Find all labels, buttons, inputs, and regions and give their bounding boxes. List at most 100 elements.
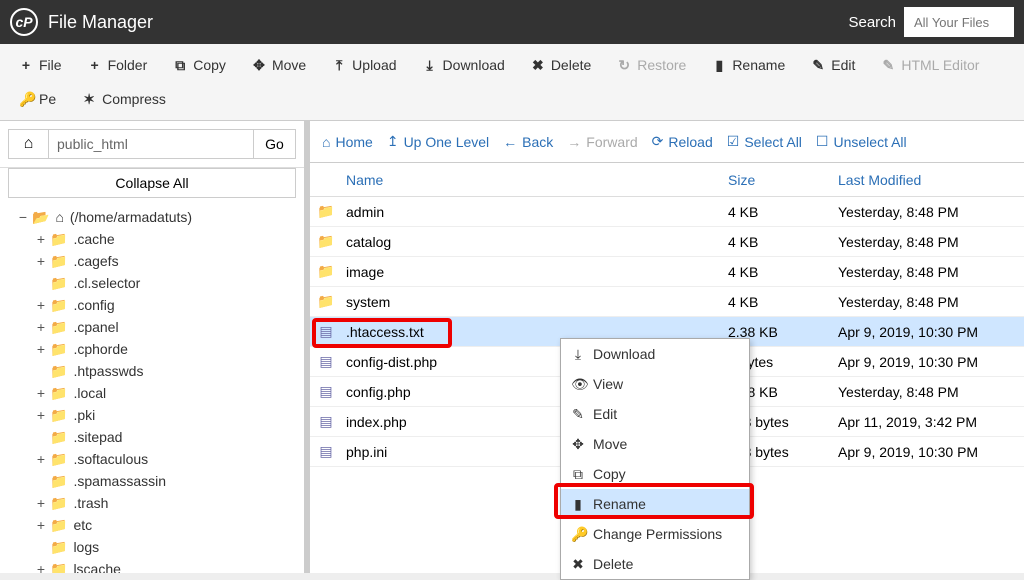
tree-item-label: .htpasswds — [73, 363, 143, 379]
square-icon: ☐ — [816, 133, 829, 150]
tree-toggle-icon[interactable]: + — [36, 231, 46, 247]
search-input[interactable] — [904, 7, 1014, 37]
collapse-all-button[interactable]: Collapse All — [8, 168, 296, 198]
home-button[interactable]: ⌂Home — [322, 134, 373, 150]
home-icon: ⌂ — [55, 209, 63, 225]
upload-button[interactable]: ⤒Upload — [321, 50, 407, 80]
permissions-button[interactable]: 🔑Pe — [8, 84, 67, 114]
tree-item[interactable]: 📁.spamassassin — [6, 470, 298, 492]
delete-button[interactable]: ✖Delete — [520, 50, 602, 80]
compress-button[interactable]: ✶Compress — [71, 84, 177, 114]
home-icon: ⌂ — [24, 135, 34, 153]
up-one-level-button[interactable]: ↥Up One Level — [387, 133, 489, 150]
action-bar: ⌂Home ↥Up One Level ←Back →Forward ⟳Relo… — [310, 121, 1024, 163]
ctx-edit[interactable]: ✎Edit — [561, 399, 749, 429]
tree-item[interactable]: +📁.cpanel — [6, 316, 298, 338]
folder-button[interactable]: +Folder — [77, 50, 159, 80]
folder-icon: 📁 — [50, 363, 67, 380]
tree-toggle-icon[interactable]: + — [36, 407, 46, 423]
tree-item-label: .sitepad — [73, 429, 122, 445]
file-modified: Yesterday, 8:48 PM — [838, 204, 1018, 220]
tree-item[interactable]: +📁 .cache — [6, 228, 298, 250]
tree-item-label: .cache — [73, 231, 114, 247]
folder-icon: 📁 — [50, 253, 67, 270]
tree-item-label: logs — [73, 539, 99, 555]
tree-item[interactable]: +📁.trash — [6, 492, 298, 514]
tree-item[interactable]: +📁.cagefs — [6, 250, 298, 272]
tree-item[interactable]: +📁.cphorde — [6, 338, 298, 360]
reload-button[interactable]: ⟳Reload — [652, 133, 713, 150]
tree-item-label: .config — [73, 297, 114, 313]
tree-item[interactable]: 📁.sitepad — [6, 426, 298, 448]
tree-toggle-icon[interactable]: + — [36, 385, 46, 401]
forward-button[interactable]: →Forward — [567, 134, 637, 150]
tree-toggle-icon[interactable]: + — [36, 517, 46, 533]
restore-button[interactable]: ↻Restore — [606, 50, 697, 80]
col-size[interactable]: Size — [728, 172, 838, 188]
file-name: config-dist.php — [346, 354, 437, 370]
html-editor-button[interactable]: ✎HTML Editor — [870, 50, 990, 80]
table-row[interactable]: 📁catalog4 KBYesterday, 8:48 PM — [310, 227, 1024, 257]
select-all-button[interactable]: ☑Select All — [727, 133, 802, 150]
tree-item[interactable]: 📁.cl.selector — [6, 272, 298, 294]
unselect-all-button[interactable]: ☐Unselect All — [816, 133, 907, 150]
path-bar: ⌂ Go — [0, 121, 304, 168]
folder-tree[interactable]: −📂⌂(/home/armadatuts)+📁.cache+📁.cagefs📁.… — [0, 206, 304, 573]
pencil-icon: ✎ — [811, 57, 825, 74]
path-home-button[interactable]: ⌂ — [8, 129, 48, 159]
move-button[interactable]: ✥Move — [241, 50, 317, 80]
download-button[interactable]: ⤓Download — [412, 50, 516, 80]
col-modified[interactable]: Last Modified — [838, 172, 1018, 188]
back-button[interactable]: ←Back — [503, 134, 553, 150]
tree-toggle-icon[interactable]: + — [36, 561, 46, 573]
tree-toggle-icon[interactable]: − — [18, 209, 28, 225]
tree-item[interactable]: −📂⌂(/home/armadatuts) — [6, 206, 298, 228]
file-modified: Apr 9, 2019, 10:30 PM — [838, 324, 1018, 340]
table-row[interactable]: 📁image4 KBYesterday, 8:48 PM — [310, 257, 1024, 287]
left-panel: ⌂ Go Collapse All −📂⌂(/home/armadatuts)+… — [0, 121, 310, 573]
tree-item[interactable]: 📁 .htpasswds — [6, 360, 298, 382]
ctx-download[interactable]: ⤓Download — [561, 339, 749, 369]
ctx-delete[interactable]: ✖Delete — [561, 549, 749, 579]
tree-toggle-icon[interactable]: + — [36, 297, 46, 313]
tree-item[interactable]: +📁.pki — [6, 404, 298, 426]
move-icon: ✥ — [252, 57, 266, 74]
ctx-view[interactable]: 👁View — [561, 369, 749, 399]
tree-toggle-icon[interactable]: + — [36, 451, 46, 467]
restore-icon: ↻ — [617, 57, 631, 74]
ctx-rename[interactable]: ▮Rename — [561, 489, 749, 519]
tree-item[interactable]: +📁.config — [6, 294, 298, 316]
tree-item[interactable]: +📁etc — [6, 514, 298, 536]
copy-button[interactable]: ⧉Copy — [162, 50, 237, 80]
path-input[interactable] — [48, 129, 254, 159]
copy-icon: ⧉ — [173, 57, 187, 74]
file-size: 4 KB — [728, 294, 838, 310]
folder-icon: 📁 — [316, 232, 336, 252]
file-icon: ▤ — [316, 442, 336, 462]
col-name[interactable]: Name — [344, 172, 728, 188]
go-button[interactable]: Go — [254, 129, 296, 159]
table-row[interactable]: 📁admin4 KBYesterday, 8:48 PM — [310, 197, 1024, 227]
ctx-change-permissions[interactable]: 🔑Change Permissions — [561, 519, 749, 549]
plus-icon: + — [88, 57, 102, 73]
ctx-move[interactable]: ✥Move — [561, 429, 749, 459]
table-row[interactable]: 📁system4 KBYesterday, 8:48 PM — [310, 287, 1024, 317]
cpanel-logo-icon: cP — [10, 8, 38, 36]
titlebar-left: cP File Manager — [10, 8, 153, 36]
tree-item[interactable]: +📁lscache — [6, 558, 298, 573]
tree-toggle-icon[interactable]: + — [36, 495, 46, 511]
edit-button[interactable]: ✎Edit — [800, 50, 866, 80]
eye-icon: 👁 — [571, 376, 585, 393]
file-icon: ▤ — [316, 352, 336, 372]
file-button[interactable]: +File — [8, 50, 73, 80]
tree-toggle-icon[interactable]: + — [36, 253, 46, 269]
tree-item[interactable]: 📁logs — [6, 536, 298, 558]
tree-toggle-icon[interactable]: + — [36, 319, 46, 335]
rename-button[interactable]: ▮Rename — [701, 50, 796, 80]
tree-item[interactable]: +📁.local — [6, 382, 298, 404]
ctx-copy[interactable]: ⧉Copy — [561, 459, 749, 489]
tree-toggle-icon[interactable]: + — [36, 341, 46, 357]
folder-icon: 📁 — [50, 231, 67, 248]
tree-item[interactable]: +📁.softaculous — [6, 448, 298, 470]
download-icon: ⤓ — [571, 346, 585, 363]
